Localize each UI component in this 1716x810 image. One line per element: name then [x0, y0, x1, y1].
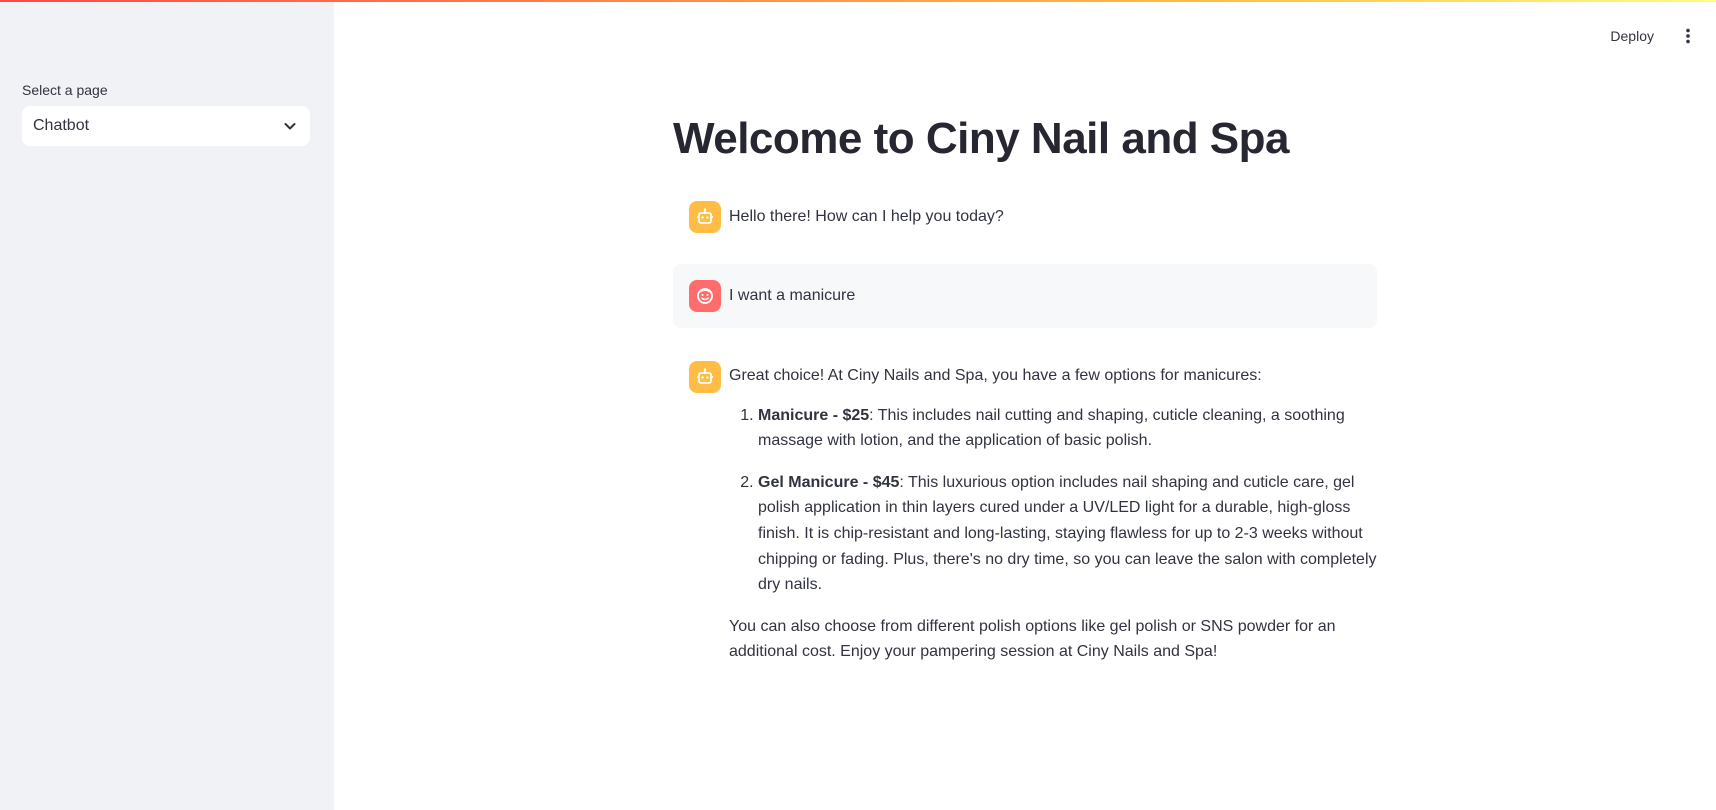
message-text: Hello there! How can I help you today?: [729, 208, 1004, 225]
chat-message-user: I want a manicure: [673, 264, 1377, 328]
page-select-label: Select a page: [22, 82, 108, 98]
robot-icon: [689, 361, 721, 393]
message-outro: You can also choose from different polis…: [729, 617, 1336, 661]
message-text: I want a manicure: [729, 287, 856, 304]
option-description: : This luxurious option includes nail sh…: [758, 473, 1377, 594]
page-select-dropdown[interactable]: Chatbot: [22, 106, 310, 146]
page-select-value: Chatbot: [33, 117, 90, 134]
kebab-menu-icon[interactable]: [1678, 24, 1698, 48]
deploy-button[interactable]: Deploy: [1604, 26, 1660, 46]
robot-icon: [689, 201, 721, 233]
message-intro: Great choice! At Ciny Nails and Spa, you…: [729, 367, 1262, 384]
chat-message-assistant: Hello there! How can I help you today?: [673, 198, 1377, 238]
sidebar: Select a page Chatbot: [0, 0, 334, 810]
list-item: Gel Manicure - $45: This luxurious optio…: [758, 470, 1377, 598]
header-actions: Deploy: [1604, 24, 1698, 48]
manicure-options-list: Manicure - $25: This includes nail cutti…: [729, 403, 1377, 598]
option-name: Manicure - $25: [758, 406, 870, 424]
message-content: Great choice! At Ciny Nails and Spa, you…: [729, 363, 1377, 665]
list-item: Manicure - $25: This includes nail cutti…: [758, 403, 1377, 454]
chat-message-assistant: Great choice! At Ciny Nails and Spa, you…: [673, 354, 1377, 660]
main-content: Welcome to Ciny Nail and Spa Hello there…: [673, 0, 1377, 810]
top-accent-stripe: [0, 0, 1716, 2]
page-title: Welcome to Ciny Nail and Spa: [673, 114, 1290, 163]
chevron-down-icon: [282, 118, 298, 134]
option-name: Gel Manicure - $45: [758, 473, 900, 491]
smiley-face-icon: [689, 280, 721, 312]
